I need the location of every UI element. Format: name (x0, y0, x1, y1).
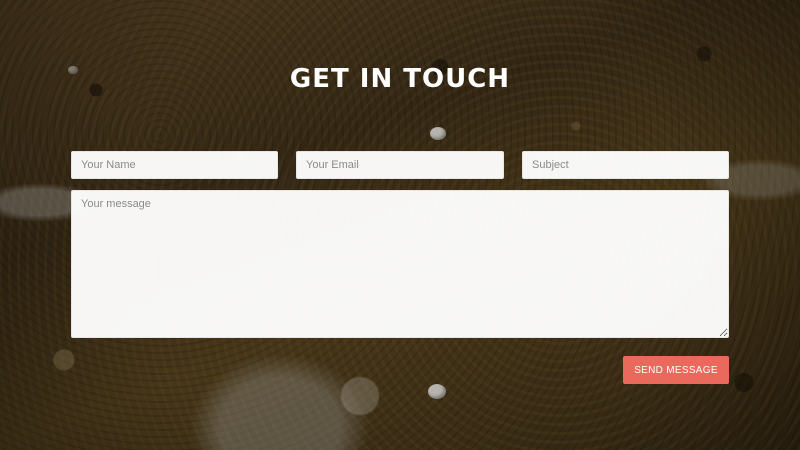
name-field[interactable] (71, 151, 278, 179)
subject-field[interactable] (522, 151, 729, 179)
email-field[interactable] (296, 151, 504, 179)
contact-section: GET IN TOUCH SEND MESSAGE (0, 0, 800, 450)
message-field[interactable] (71, 190, 729, 338)
section-title: GET IN TOUCH (289, 64, 511, 94)
send-message-button[interactable]: SEND MESSAGE (623, 356, 729, 384)
